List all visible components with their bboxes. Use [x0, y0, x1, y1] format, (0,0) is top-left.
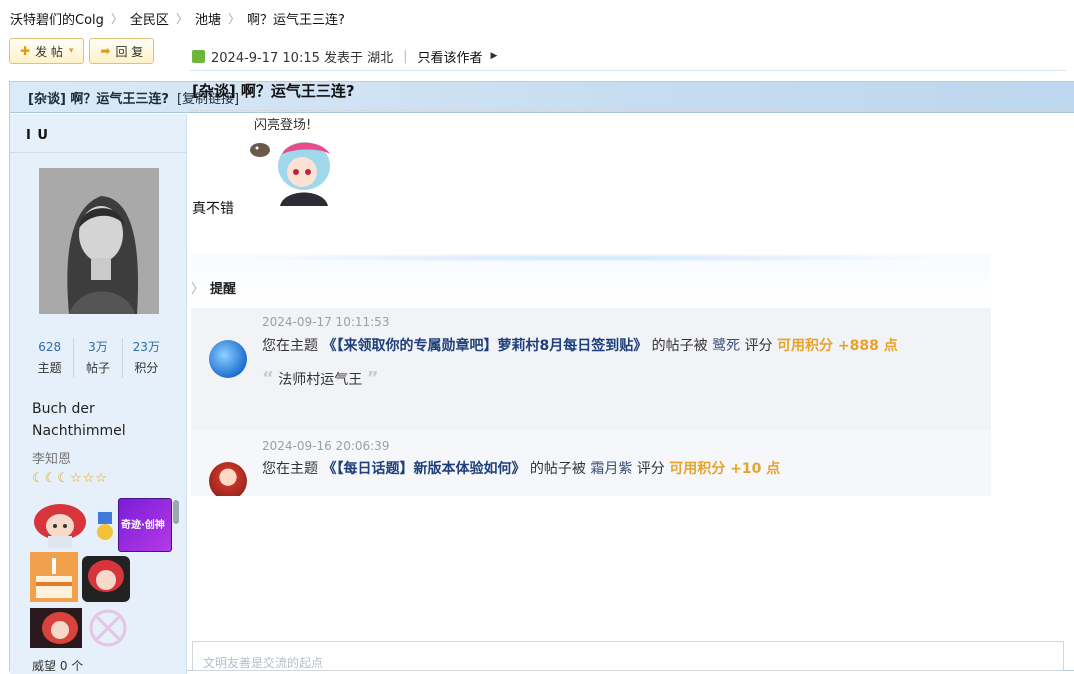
- caret-right-icon: ▶: [490, 51, 498, 61]
- notice-prefix: 您在主题: [262, 461, 318, 477]
- thread-title: [杂谈] 啊？运气王三连?: [28, 91, 169, 107]
- medal-image: [97, 512, 113, 540]
- notice-prefix: 您在主题: [262, 338, 318, 354]
- quick-reply-input[interactable]: 文明友善是交流的起点: [192, 641, 1064, 671]
- medal-redhair-dark-icon[interactable]: [30, 608, 82, 648]
- notice-user: 鹭死: [712, 338, 741, 354]
- notice-quote-text: 法师村运气王: [278, 372, 363, 388]
- medal-birthday-cake-icon[interactable]: [30, 552, 78, 602]
- medal-list: 奇迹·创神: [30, 498, 172, 648]
- open-quote-icon: “: [262, 368, 274, 389]
- arrow-right-icon: ➡: [100, 44, 111, 58]
- notice-topic-link: 《【每日话题】新版本体验如何》: [322, 461, 526, 477]
- author-stats: 628 主题 3万 帖子 23万 积分: [26, 338, 170, 378]
- screenshot-title-label: 提醒: [210, 282, 237, 297]
- screenshot-title: 〉提醒: [191, 278, 236, 297]
- breadcrumb-separator: 〉: [227, 11, 240, 26]
- breadcrumb-section[interactable]: 全民区: [130, 9, 169, 28]
- medal-image: [30, 608, 82, 648]
- sticker-caption: 闪亮登场!: [254, 118, 312, 133]
- author-rank-icons: ☾☾☾☆☆☆: [32, 471, 108, 486]
- avatar-portrait-image: [39, 168, 159, 314]
- stat-posts[interactable]: 3万 帖子: [74, 338, 123, 378]
- notice-card: 2024-09-17 10:11:53 您在主题 《【来领取你的专属勋章吧】萝莉…: [191, 308, 991, 430]
- medal-purple-badge[interactable]: 奇迹·创神: [118, 498, 172, 552]
- avatar[interactable]: [39, 168, 159, 314]
- medal-ribbon-icon[interactable]: [94, 512, 116, 542]
- only-author-link[interactable]: 只看该作者: [418, 47, 483, 66]
- notice-avatar: [209, 462, 247, 496]
- post-body-text: 真不错: [192, 201, 234, 217]
- close-quote-icon: ”: [366, 368, 379, 389]
- post-meta: 2024-9-17 10:15 发表于 湖北 | 只看该作者 ▶: [192, 46, 497, 66]
- thread-actions: ✚ 发 帖 ▾ ➡ 回 复: [9, 38, 155, 64]
- medal-scrollbar[interactable]: [173, 500, 179, 648]
- stat-value: 3万: [88, 340, 108, 354]
- divider: [190, 110, 1066, 111]
- post-status-icon: [192, 49, 205, 63]
- divider: [10, 152, 186, 153]
- reply-button[interactable]: ➡ 回 复: [89, 38, 155, 64]
- breadcrumb-separator: 〉: [110, 11, 123, 26]
- post-title: [杂谈] 啊？运气王三连?: [192, 82, 355, 100]
- notice-date: 2024-09-16 20:06:39: [262, 439, 390, 453]
- notice-quote: “ 法师村运气王 ”: [262, 368, 379, 389]
- stat-label: 积分: [134, 361, 159, 375]
- notice-points: 可用积分 +888 点: [777, 338, 898, 354]
- medal-redhair-chibi-icon[interactable]: [30, 500, 90, 548]
- breadcrumb: 沃特碧们的Colg 〉 全民区 〉 池塘 〉 啊？运气王三连?: [10, 8, 345, 28]
- thread-title-bar: [杂谈] 啊？运气王三连? [复制链接]: [10, 82, 1074, 113]
- chevron-down-icon: ▾: [68, 46, 74, 56]
- new-post-button[interactable]: ✚ 发 帖 ▾: [9, 38, 85, 64]
- notice-mid: 的帖子被: [651, 338, 708, 354]
- screenshot-header-glow: [231, 254, 951, 262]
- stat-value: 628: [38, 340, 62, 354]
- breadcrumb-thread[interactable]: 啊？运气王三连?: [247, 9, 345, 28]
- divider: [190, 70, 1066, 71]
- notice-topic-link: 《【来领取你的专属勋章吧】萝莉村8月每日签到贴》: [322, 338, 648, 354]
- breadcrumb-separator: 〉: [175, 11, 188, 26]
- author-group[interactable]: 李知恩: [32, 448, 71, 467]
- author-sidebar: I U 628 主题 3万 帖子 23万 积分 Buch der Nachthi…: [10, 114, 187, 674]
- author-signature: Buch der Nachthimmel: [32, 401, 126, 439]
- scrollbar-thumb[interactable]: [173, 500, 179, 524]
- medal-image: [82, 556, 130, 602]
- notice-user: 霜月紫: [590, 461, 633, 477]
- notice-date: 2024-09-17 10:11:53: [262, 315, 390, 329]
- medal-badge-text: 奇迹·创神: [121, 520, 165, 531]
- notification-screenshot: 〉提醒 2024-09-17 10:11:53 您在主题 《【来领取你的专属勋章…: [191, 254, 991, 496]
- author-name[interactable]: I U: [26, 128, 49, 143]
- notice-mid: 的帖子被: [529, 461, 586, 477]
- post-date: 2024-9-17 10:15 发表于 湖北: [211, 50, 394, 66]
- new-post-label: 发 帖: [35, 44, 63, 59]
- screenshot-header-band: [191, 254, 991, 308]
- stat-label: 主题: [37, 361, 62, 375]
- stat-value: 23万: [132, 340, 160, 354]
- medal-image: [89, 609, 127, 647]
- stat-points[interactable]: 23万 积分: [123, 338, 170, 378]
- notice-action: 评分: [636, 461, 665, 477]
- medal-redhair-portrait-icon[interactable]: [82, 556, 130, 602]
- notice-action: 评分: [744, 338, 773, 354]
- plus-icon: ✚: [20, 44, 31, 58]
- sticker-image: 闪亮登场!: [236, 114, 346, 210]
- chevron-right-icon: 〉: [191, 282, 205, 297]
- medal-image: [34, 504, 86, 548]
- stat-threads[interactable]: 628 主题: [26, 338, 75, 378]
- notice-points: 可用积分 +10 点: [669, 461, 781, 477]
- divider: |: [403, 48, 408, 64]
- notice-card: 2024-09-16 20:06:39 您在主题 《【每日话题】新版本体验如何》…: [191, 436, 991, 496]
- medal-image: [30, 552, 78, 602]
- reply-label: 回 复: [115, 44, 144, 59]
- author-prestige: 威望 0 个: [32, 659, 84, 673]
- notice-text: 您在主题 《【每日话题】新版本体验如何》 的帖子被 霜月紫 评分 可用积分 +1…: [262, 458, 780, 478]
- notice-text: 您在主题 《【来领取你的专属勋章吧】萝莉村8月每日签到贴》 的帖子被 鹭死 评分…: [262, 335, 898, 355]
- breadcrumb-forum[interactable]: 池塘: [195, 9, 221, 28]
- notice-avatar: [209, 340, 247, 378]
- stat-label: 帖子: [85, 361, 110, 375]
- medal-crossed-swords-icon[interactable]: [86, 608, 130, 648]
- breadcrumb-home[interactable]: 沃特碧们的Colg: [10, 9, 104, 28]
